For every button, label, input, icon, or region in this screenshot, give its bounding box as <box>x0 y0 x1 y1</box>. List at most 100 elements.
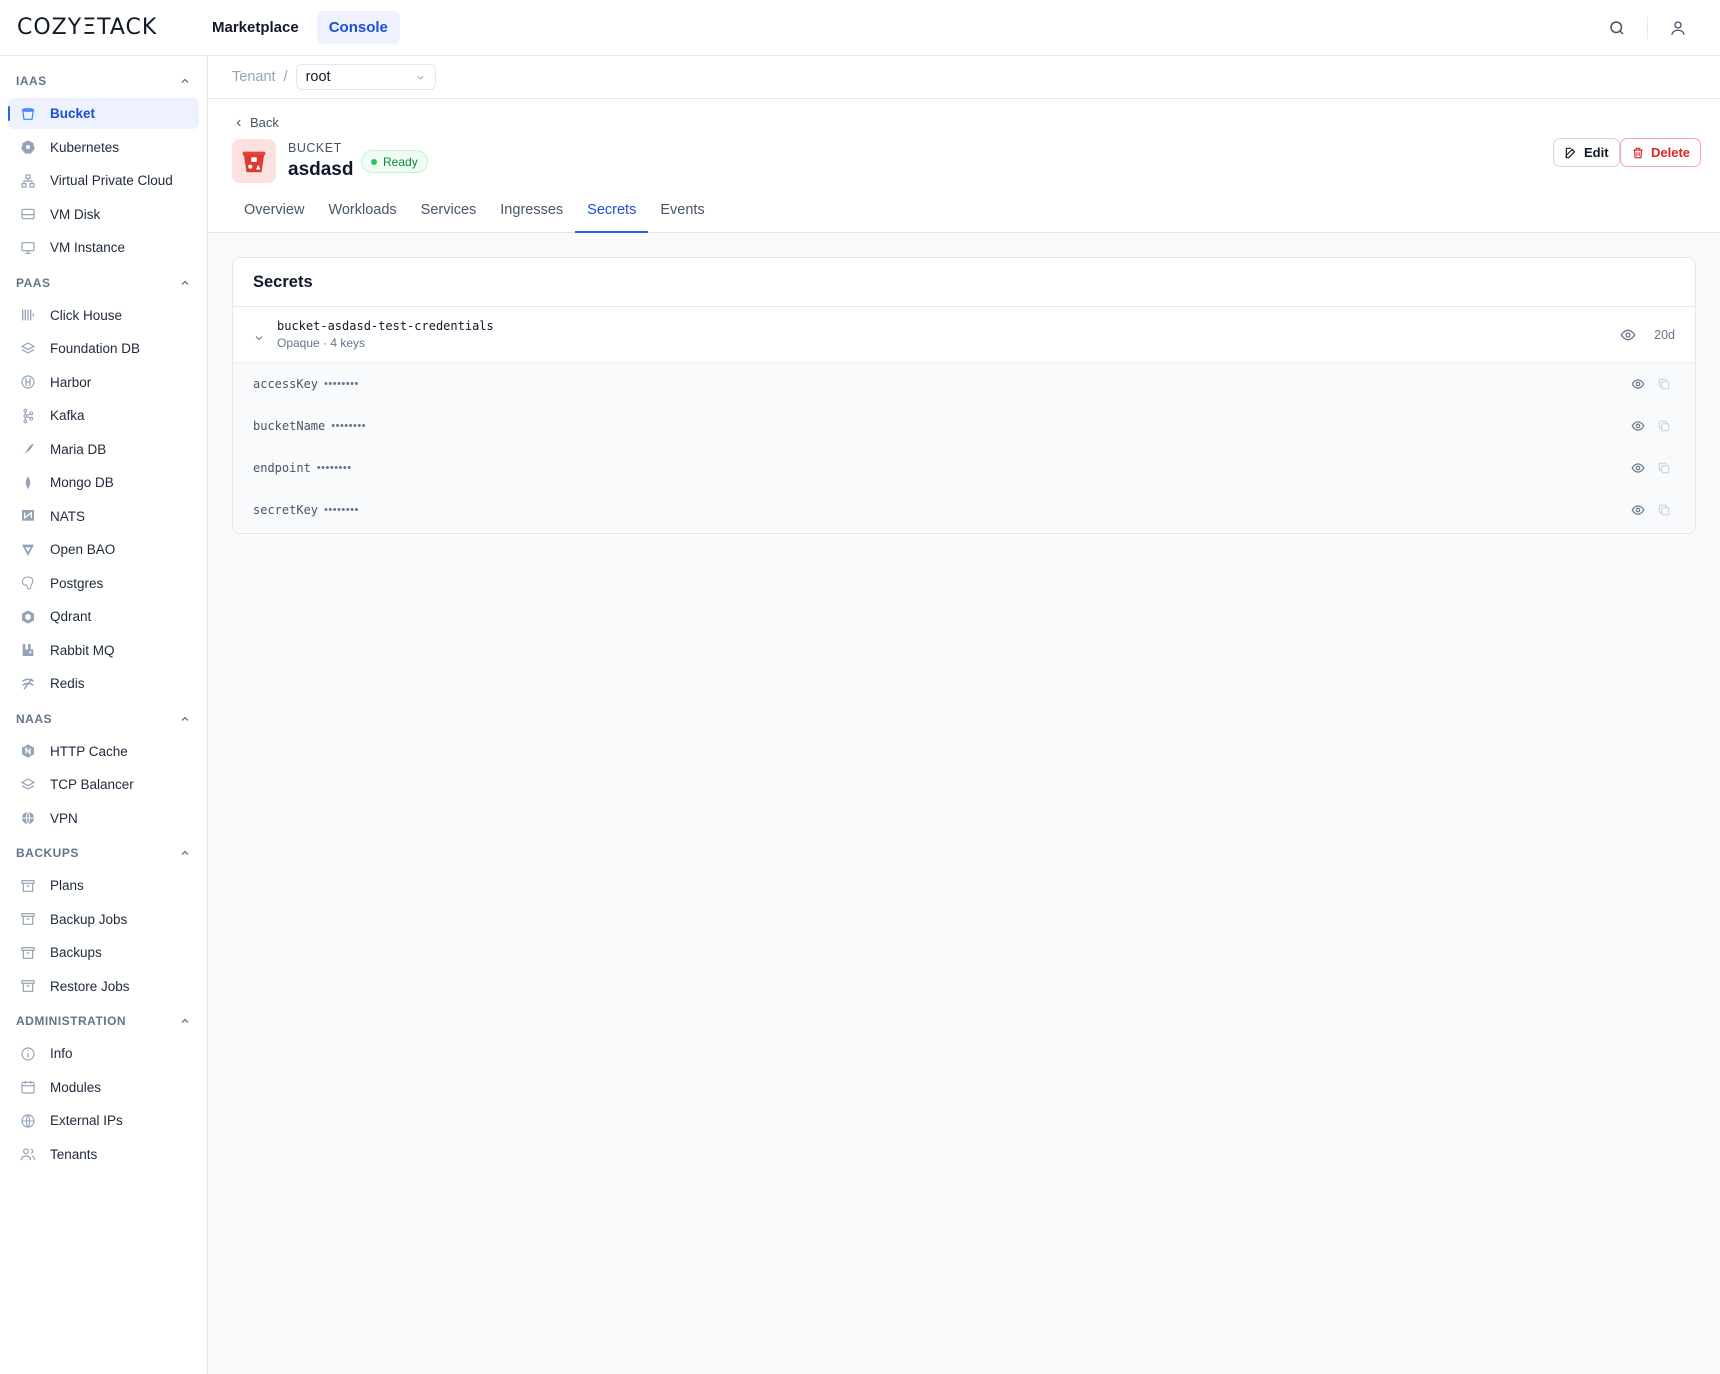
topbar-actions <box>1605 0 1690 56</box>
sidebar-item-tcp-balancer[interactable]: TCP Balancer <box>8 769 199 800</box>
nav-console[interactable]: Console <box>316 11 400 44</box>
sidebar-item-open-bao[interactable]: Open BAO <box>8 534 199 565</box>
chevron-left-icon <box>236 119 241 126</box>
sidebar-item-postgres[interactable]: Postgres <box>8 568 199 599</box>
archive-icon <box>20 978 36 994</box>
sidebar-section-paas[interactable]: PAAS <box>0 266 207 300</box>
secret-row[interactable]: bucket-asdasd-test-credentials Opaque · … <box>233 307 1695 363</box>
sidebar-item-label: Backup Jobs <box>50 911 128 927</box>
nginx-icon <box>20 743 36 759</box>
secret-key-row: secretKey •••••••• <box>233 489 1695 531</box>
sidebar-section-naas[interactable]: NAAS <box>0 702 207 736</box>
sidebar-item-maria-db[interactable]: Maria DB <box>8 434 199 465</box>
eye-icon[interactable] <box>1631 461 1645 475</box>
sidebar-item-http-cache[interactable]: HTTP Cache <box>8 736 199 767</box>
sidebar-item-qdrant[interactable]: Qdrant <box>8 601 199 632</box>
secrets-title: Secrets <box>233 258 1695 307</box>
sidebar-item-kubernetes[interactable]: Kubernetes <box>8 132 199 163</box>
chevron-up-icon <box>181 280 189 285</box>
sidebar-item-tenants[interactable]: Tenants <box>8 1139 199 1170</box>
tab-services[interactable]: Services <box>409 196 489 233</box>
eye-icon[interactable] <box>1631 419 1645 433</box>
tenant-select[interactable]: root <box>295 64 436 90</box>
sidebar-item-bucket[interactable]: Bucket <box>8 98 199 129</box>
sidebar-item-label: Open BAO <box>50 542 116 557</box>
edit-button[interactable]: Edit <box>1553 138 1620 167</box>
layers-icon <box>20 777 36 793</box>
sidebar-item-backup-jobs[interactable]: Backup Jobs <box>8 904 199 935</box>
trash-icon <box>1633 147 1643 158</box>
resource-header: Back BUCKET asdasd Ready Edit Delete Ove… <box>208 99 1720 233</box>
sidebar-item-label: External IPs <box>50 1113 123 1128</box>
sidebar-item-plans[interactable]: Plans <box>8 870 199 901</box>
tab-secrets[interactable]: Secrets <box>575 196 649 233</box>
secret-info: bucket-asdasd-test-credentials Opaque · … <box>277 319 494 350</box>
copy-icon[interactable] <box>1657 377 1671 391</box>
copy-icon[interactable] <box>1657 461 1671 475</box>
tab-events[interactable]: Events <box>648 196 716 233</box>
delete-button[interactable]: Delete <box>1620 138 1702 167</box>
clickhouse-icon <box>20 307 36 323</box>
sidebar-item-label: Kafka <box>50 408 85 423</box>
sidebar-item-nats[interactable]: NATS <box>8 501 199 532</box>
layers-icon <box>20 341 36 357</box>
tenant-select-value: root <box>305 69 331 85</box>
search-icon[interactable] <box>1605 16 1629 40</box>
chevron-down-icon[interactable] <box>253 332 265 344</box>
eye-icon[interactable] <box>1631 503 1645 517</box>
kubernetes-icon <box>20 139 36 155</box>
sidebar-item-label: Harbor <box>50 374 92 390</box>
tab-ingresses[interactable]: Ingresses <box>488 196 575 233</box>
copy-icon[interactable] <box>1657 503 1671 517</box>
top-bar: COZYΞTACK Marketplace Console <box>0 0 1720 56</box>
cozystack-logo[interactable]: COZYΞTACK <box>17 15 177 40</box>
secrets-card: Secrets bucket-asdasd-test-credentials O… <box>232 257 1696 534</box>
bucket-resource-icon <box>232 139 276 183</box>
breadcrumb-tenant[interactable]: Tenant <box>232 69 276 85</box>
eye-icon[interactable] <box>1620 327 1636 343</box>
sidebar-item-click-house[interactable]: Click House <box>8 300 199 331</box>
sidebar-item-virtual-private-cloud[interactable]: Virtual Private Cloud <box>8 165 199 196</box>
secret-actions: 20d <box>1620 307 1675 363</box>
sidebar-item-label: Kubernetes <box>50 139 120 155</box>
sidebar-item-label: Redis <box>50 676 85 691</box>
tab-overview[interactable]: Overview <box>232 196 316 233</box>
sidebar-item-backups[interactable]: Backups <box>8 937 199 968</box>
sidebar-item-rabbit-mq[interactable]: Rabbit MQ <box>8 635 199 666</box>
sidebar-item-restore-jobs[interactable]: Restore Jobs <box>8 971 199 1002</box>
user-icon[interactable] <box>1666 16 1690 40</box>
sidebar-item-vpn[interactable]: VPN <box>8 803 199 834</box>
breadcrumb: Tenant / root <box>208 56 1720 99</box>
sidebar-item-redis[interactable]: Redis <box>8 668 199 699</box>
back-label: Back <box>250 115 279 130</box>
sidebar-item-modules[interactable]: Modules <box>8 1072 199 1103</box>
sidebar-item-label: Tenants <box>50 1146 98 1162</box>
top-nav: Marketplace Console <box>200 11 400 44</box>
sidebar-item-external-ips[interactable]: External IPs <box>8 1105 199 1136</box>
sidebar-item-info[interactable]: Info <box>8 1038 199 1069</box>
secret-key-actions <box>1631 489 1671 531</box>
archive-icon <box>20 945 36 961</box>
sidebar-section-title: BACKUPS <box>16 846 79 860</box>
nav-marketplace[interactable]: Marketplace <box>200 11 311 44</box>
edit-label: Edit <box>1584 145 1609 160</box>
tab-workloads[interactable]: Workloads <box>316 196 408 233</box>
edit-icon <box>1565 147 1576 158</box>
sidebar-item-kafka[interactable]: Kafka <box>8 400 199 431</box>
sidebar-item-vm-instance[interactable]: VM Instance <box>8 232 199 263</box>
sidebar-section-administration[interactable]: ADMINISTRATION <box>0 1004 207 1038</box>
sidebar-section-title: NAAS <box>16 711 53 726</box>
sidebar-section-iaas[interactable]: IAAS <box>0 64 207 98</box>
sidebar-item-mongo-db[interactable]: Mongo DB <box>8 467 199 498</box>
sidebar-item-foundation-db[interactable]: Foundation DB <box>8 333 199 364</box>
sidebar: IAAS Bucket Kubernetes Virtual Private Clou… <box>0 56 208 1374</box>
users-icon <box>20 1146 36 1162</box>
archive-icon <box>20 911 36 927</box>
copy-icon[interactable] <box>1657 419 1671 433</box>
sidebar-item-label: Foundation DB <box>50 341 141 356</box>
back-link[interactable]: Back <box>234 115 279 130</box>
sidebar-section-backups[interactable]: BACKUPS <box>0 836 207 870</box>
sidebar-item-vm-disk[interactable]: VM Disk <box>8 199 199 230</box>
sidebar-item-harbor[interactable]: Harbor <box>8 367 199 398</box>
eye-icon[interactable] <box>1631 377 1645 391</box>
